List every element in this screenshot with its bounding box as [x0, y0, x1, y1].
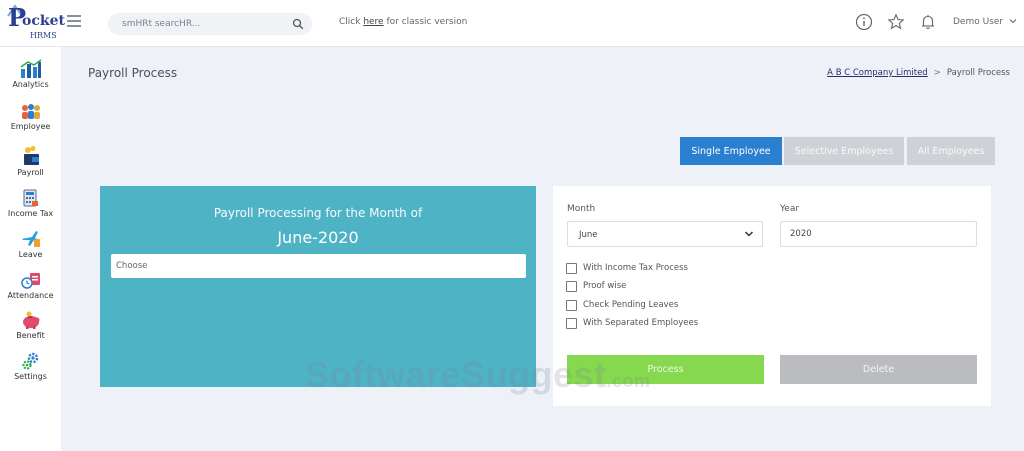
bar-chart-icon [20, 59, 41, 78]
sidebar-item-benefit[interactable]: Benefit [0, 310, 61, 340]
sidebar-item-employee[interactable]: Employee [0, 103, 61, 131]
page-title: Payroll Process [88, 66, 178, 80]
tab-all-employees[interactable]: All Employees [907, 137, 995, 165]
sidebar-item-analytics[interactable]: Analytics [0, 59, 61, 89]
employee-choose-input[interactable] [111, 254, 526, 278]
user-menu[interactable]: Demo User [953, 17, 1017, 27]
wallet-icon [23, 146, 39, 165]
sidebar: Analytics Employee Payroll Income Tax Le… [0, 47, 61, 451]
search-input[interactable] [122, 13, 282, 35]
divider-strip [80, 106, 1010, 120]
breadcrumb: A B C Company Limited > Payroll Process [827, 68, 1010, 78]
processing-heading: Payroll Processing for the Month of [213, 206, 423, 220]
checkbox-check-pending-leaves[interactable] [566, 300, 577, 311]
breadcrumb-current: Payroll Process [946, 68, 1010, 78]
month-label: Month [567, 204, 596, 214]
tab-selective-employees[interactable]: Selective Employees [784, 137, 904, 165]
search-icon[interactable] [292, 18, 304, 30]
sidebar-item-attendance[interactable]: Attendance [0, 270, 61, 300]
info-icon[interactable] [855, 13, 873, 31]
chevron-down-icon [744, 231, 754, 237]
sidebar-item-leave[interactable]: Leave [0, 229, 61, 259]
gear-icon [21, 352, 38, 370]
breadcrumb-company-link[interactable]: A B C Company Limited [827, 68, 928, 78]
checkbox-separated-employees[interactable] [566, 318, 577, 329]
clock-icon [20, 273, 40, 289]
chevron-down-icon [1009, 19, 1017, 24]
year-input[interactable] [780, 221, 977, 247]
plane-icon [21, 231, 40, 247]
sidebar-item-settings[interactable]: Settings [0, 351, 61, 381]
logo-text-hrms: HRMS [30, 31, 57, 40]
hamburger-menu-icon[interactable] [67, 15, 81, 29]
delete-button[interactable]: Delete [780, 355, 977, 384]
year-label: Year [780, 204, 800, 214]
sidebar-item-income-tax[interactable]: Income Tax [0, 188, 61, 218]
piggy-bank-icon [22, 311, 39, 329]
classic-version-text: Click here for classic version [339, 17, 468, 27]
checkbox-proof-wise[interactable] [566, 281, 577, 292]
bell-icon[interactable] [919, 13, 937, 31]
people-icon [21, 104, 40, 119]
user-name: Demo User [953, 17, 1004, 27]
top-bar: P ocket HRMS Click here for classic vers… [0, 0, 1024, 47]
tab-single-employee[interactable]: Single Employee [680, 137, 782, 165]
month-select-value: June [579, 230, 598, 240]
checkbox-income-tax-process[interactable] [566, 263, 577, 274]
logo-text-ocket: ocket [22, 13, 65, 29]
processing-month-year: June-2020 [277, 228, 359, 247]
watermark: SoftwareSuggest.com [305, 354, 651, 395]
classic-version-link[interactable]: here [363, 17, 383, 27]
month-select[interactable]: June [567, 221, 763, 247]
sidebar-item-payroll[interactable]: Payroll [0, 145, 61, 177]
calculator-icon [23, 189, 38, 207]
pocket-hrms-logo[interactable]: P ocket HRMS [6, 4, 65, 44]
breadcrumb-separator: > [933, 68, 941, 78]
star-icon[interactable] [887, 13, 905, 31]
search-bar [108, 13, 312, 35]
